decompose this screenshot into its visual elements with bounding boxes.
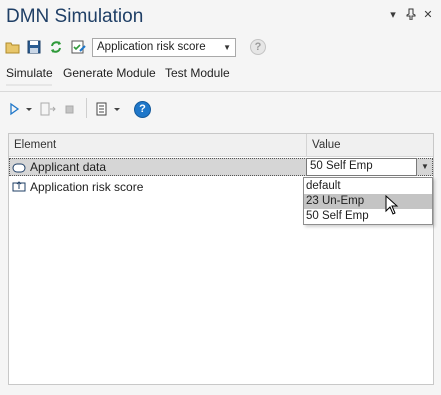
- input-data-icon: [12, 162, 26, 173]
- active-tab-indicator: [6, 84, 52, 86]
- help-icon[interactable]: ?: [134, 101, 151, 118]
- chevron-down-icon: ▼: [223, 43, 231, 52]
- mouse-cursor: [385, 194, 399, 215]
- model-select[interactable]: Application risk score ▼: [92, 38, 236, 57]
- grid-header: Element Value: [9, 134, 433, 157]
- dropdown-option[interactable]: default: [304, 179, 432, 194]
- dropdown-option-highlighted[interactable]: 23 Un-Emp: [304, 194, 432, 209]
- value-combo-text: 50 Self Emp: [310, 160, 373, 172]
- step-icon[interactable]: [38, 101, 58, 117]
- decision-icon: [12, 180, 26, 192]
- tab-simulate[interactable]: Simulate: [6, 66, 53, 80]
- refresh-icon[interactable]: [47, 38, 65, 56]
- row-element-label: Application risk score: [30, 180, 144, 194]
- dropdown-icon[interactable]: ▼: [417, 158, 433, 176]
- tab-test-module[interactable]: Test Module: [165, 66, 230, 80]
- tab-divider: [0, 91, 441, 92]
- simulation-grid: Element Value Applicant data 50 Self Emp…: [8, 133, 434, 385]
- document-icon[interactable]: [94, 101, 122, 117]
- window-menu-icon[interactable]: ▾: [386, 8, 400, 22]
- run-button[interactable]: [8, 101, 34, 117]
- window-title: DMN Simulation: [6, 6, 144, 27]
- pin-icon[interactable]: [404, 8, 418, 22]
- tab-generate-module[interactable]: Generate Module: [63, 66, 156, 80]
- toolbar-separator: [86, 98, 87, 118]
- column-value[interactable]: Value: [312, 139, 341, 151]
- value-combo[interactable]: 50 Self Emp: [306, 158, 417, 176]
- dropdown-option[interactable]: 50 Self Emp: [304, 209, 432, 224]
- help-icon[interactable]: ?: [250, 39, 266, 55]
- row-element-label: Applicant data: [30, 160, 107, 174]
- model-select-value: Application risk score: [97, 41, 206, 53]
- save-icon[interactable]: [25, 38, 43, 56]
- stop-icon[interactable]: [62, 101, 78, 117]
- value-dropdown-list: default 23 Un-Emp 50 Self Emp: [303, 177, 433, 225]
- close-icon[interactable]: ✕: [421, 8, 435, 22]
- edit-check-icon[interactable]: [69, 38, 87, 56]
- column-divider[interactable]: [306, 134, 307, 156]
- open-folder-icon[interactable]: [4, 38, 22, 56]
- column-element[interactable]: Element: [14, 139, 56, 151]
